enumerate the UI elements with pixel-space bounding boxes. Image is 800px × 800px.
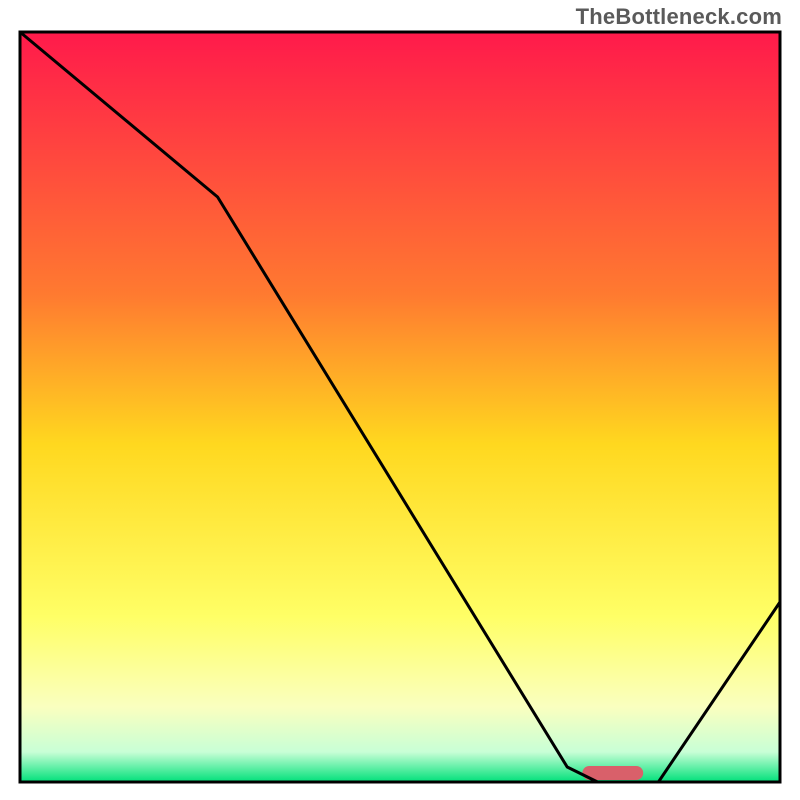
watermark-text: TheBottleneck.com xyxy=(576,4,782,30)
chart-background xyxy=(20,32,780,782)
chart-svg xyxy=(18,30,782,784)
bottleneck-chart xyxy=(18,30,782,784)
